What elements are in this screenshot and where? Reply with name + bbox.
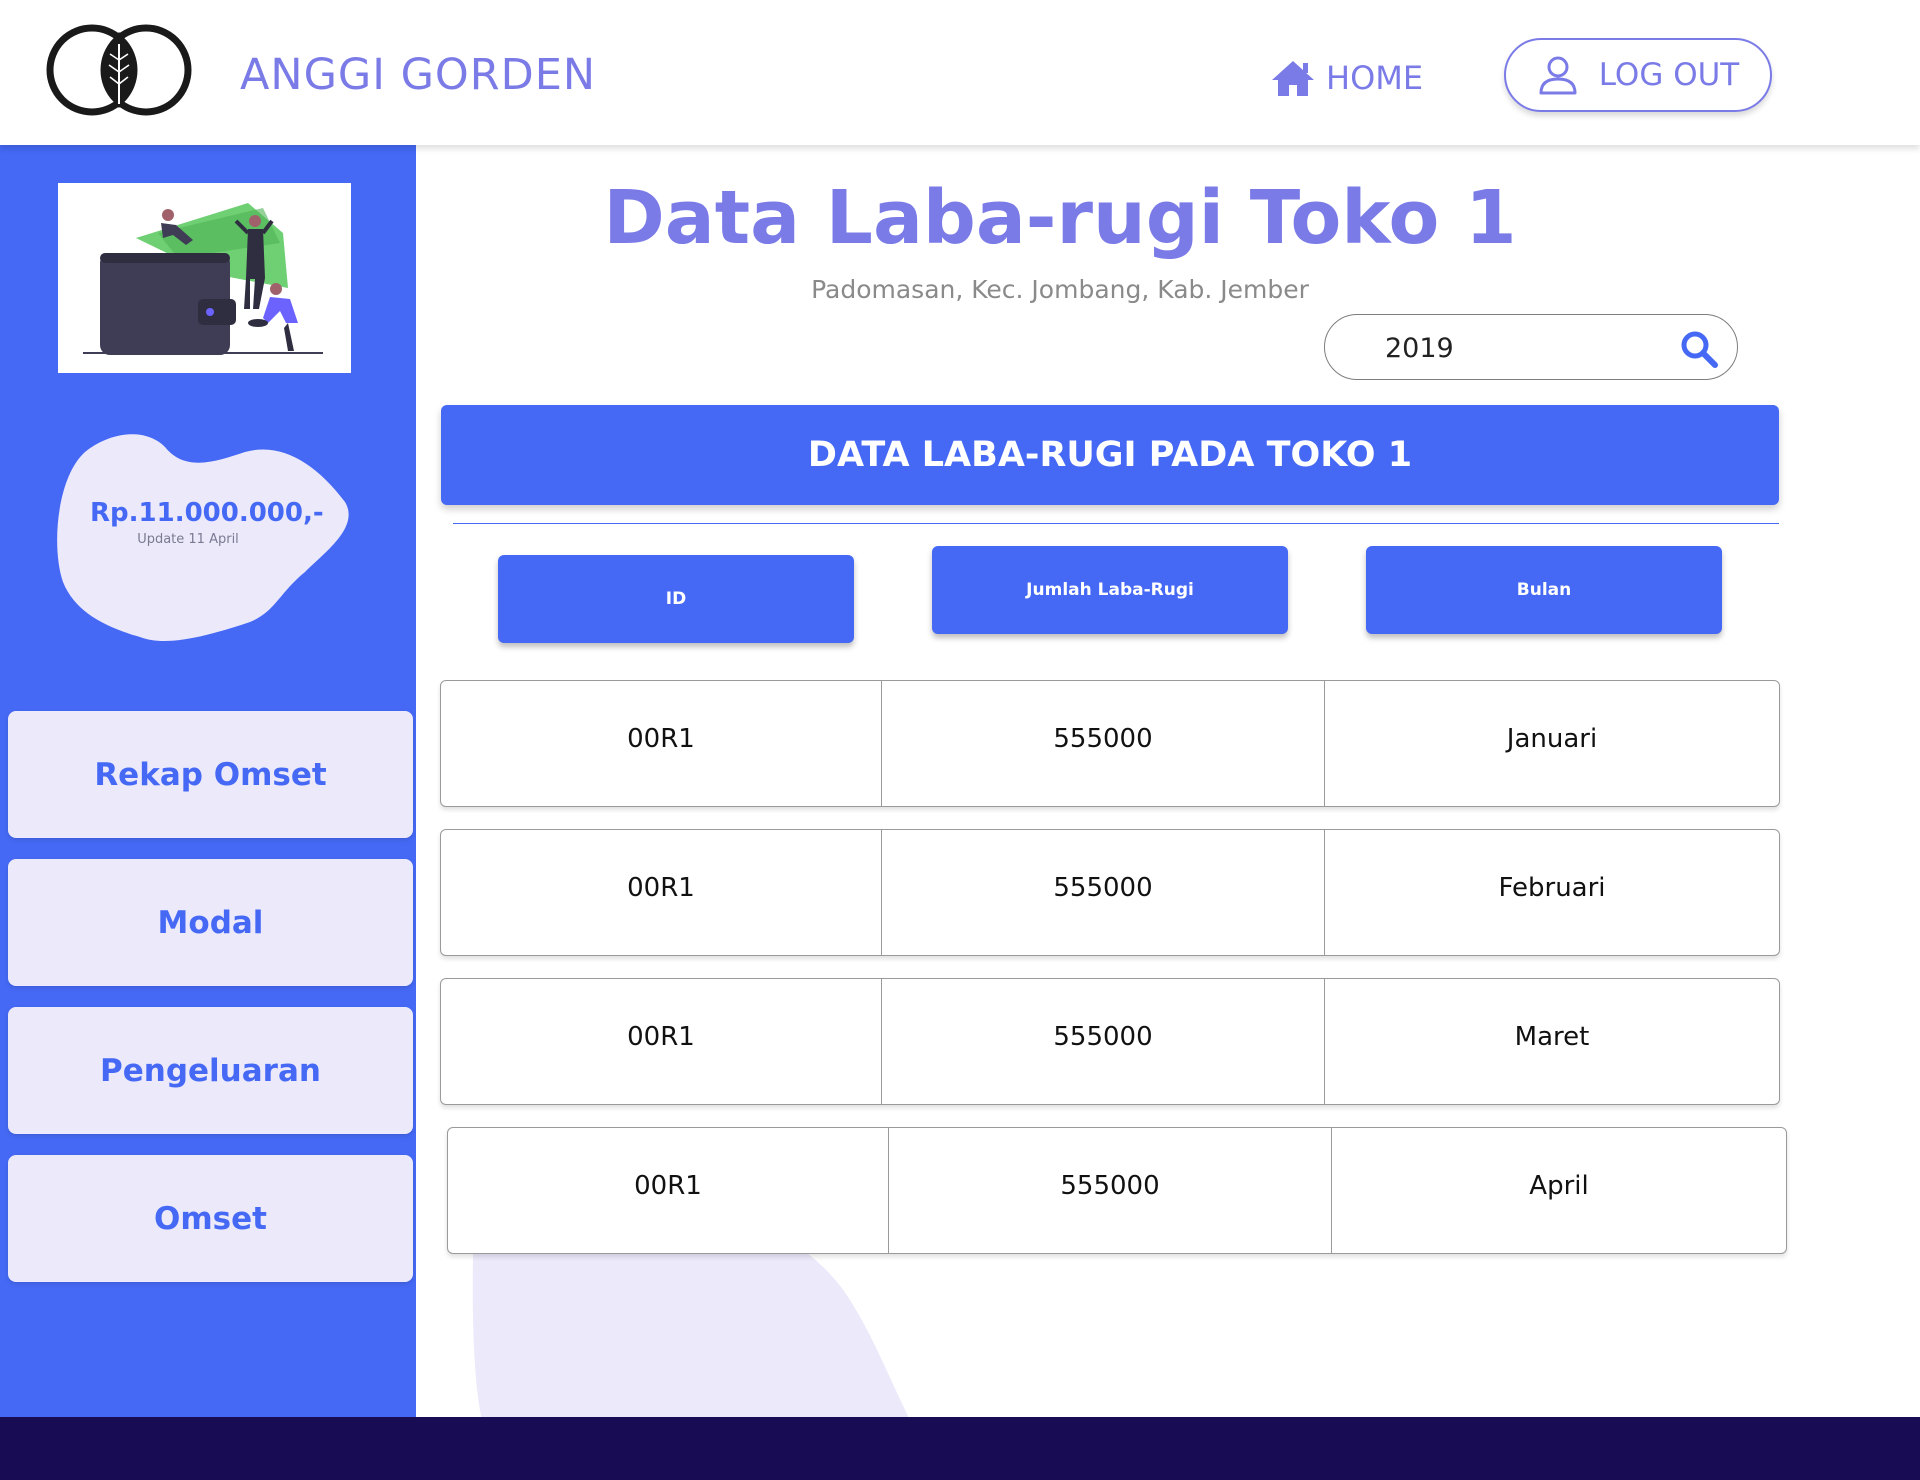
- column-header-amount[interactable]: Jumlah Laba-Rugi: [932, 546, 1288, 634]
- cell-amount: 555000: [881, 681, 1324, 806]
- year-search-box: [1324, 314, 1738, 380]
- menu-rekap-omset-button[interactable]: Rekap Omset: [8, 711, 413, 838]
- cell-id: 00R1: [627, 872, 695, 903]
- section-divider: [453, 523, 1779, 524]
- footer-bar: [0, 1417, 1920, 1480]
- table-row[interactable]: 00R1 555000 April: [447, 1127, 1787, 1254]
- wallet-illustration: [58, 183, 351, 373]
- cell-month: Februari: [1324, 830, 1779, 955]
- home-link[interactable]: HOME: [1270, 58, 1423, 98]
- cell-month: Maret: [1324, 979, 1779, 1104]
- cell-id: 00R1: [634, 1170, 702, 1201]
- table-row[interactable]: 00R1 555000 Maret: [440, 978, 1780, 1105]
- logout-button[interactable]: LOG OUT: [1504, 38, 1772, 112]
- search-icon[interactable]: [1679, 329, 1719, 369]
- page-subtitle: Padomasan, Kec. Jombang, Kab. Jember: [811, 275, 1309, 304]
- section-banner: DATA LABA-RUGI PADA TOKO 1: [441, 405, 1779, 505]
- cell-amount: 555000: [881, 979, 1324, 1104]
- cell-amount: 555000: [888, 1128, 1331, 1253]
- table-row[interactable]: 00R1 555000 Februari: [440, 829, 1780, 956]
- menu-pengeluaran-button[interactable]: Pengeluaran: [8, 1007, 413, 1134]
- home-icon: [1272, 61, 1314, 96]
- cell-month: April: [1331, 1128, 1786, 1253]
- menu-modal-button[interactable]: Modal: [8, 859, 413, 986]
- cell-amount: 555000: [881, 830, 1324, 955]
- year-search-input[interactable]: [1383, 329, 1667, 367]
- cell-id: 00R1: [627, 723, 695, 754]
- column-header-month[interactable]: Bulan: [1366, 546, 1722, 634]
- user-icon: [1539, 56, 1577, 95]
- home-label: HOME: [1326, 59, 1424, 97]
- menu-omset-button[interactable]: Omset: [8, 1155, 413, 1282]
- cell-id: 00R1: [627, 1021, 695, 1052]
- balance-amount: Rp.11.000.000,-: [90, 498, 324, 528]
- top-header: ANGGI GORDEN HOME LOG OUT: [0, 0, 1920, 145]
- table-row[interactable]: 00R1 555000 Januari: [440, 680, 1780, 807]
- brand-title: ANGGI GORDEN: [240, 50, 597, 100]
- balance-update-date: Update 11 April: [137, 532, 239, 547]
- column-header-id[interactable]: ID: [498, 555, 854, 643]
- cell-month: Januari: [1324, 681, 1779, 806]
- leaf-logo-icon[interactable]: [44, 20, 194, 120]
- page-title: Data Laba-rugi Toko 1: [603, 175, 1517, 261]
- logout-label: LOG OUT: [1598, 57, 1740, 93]
